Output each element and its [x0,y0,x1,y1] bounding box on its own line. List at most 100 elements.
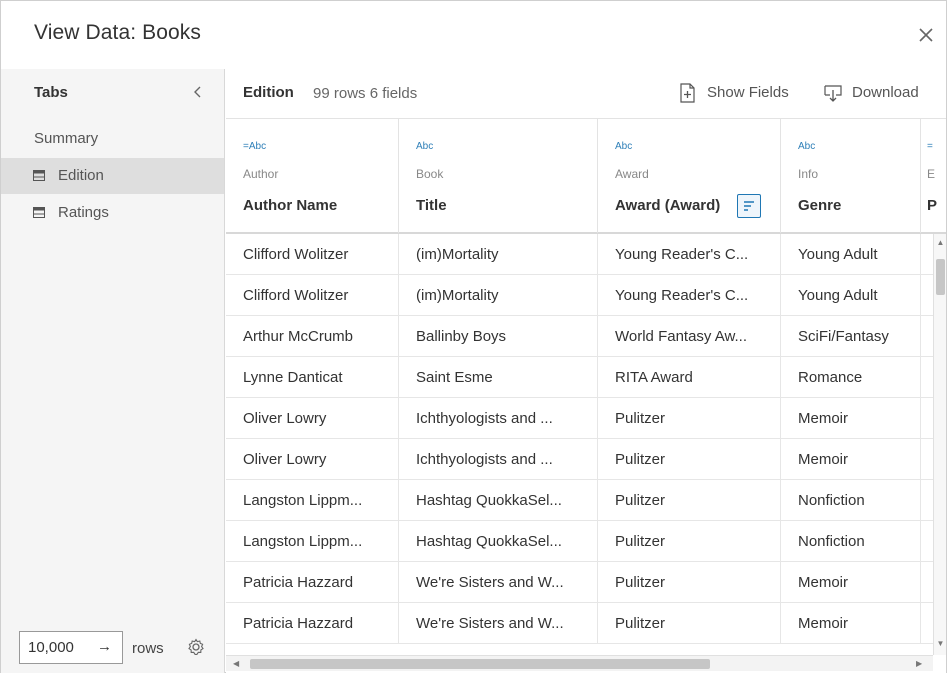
award-cell[interactable]: World Fantasy Aw... [598,316,781,356]
partial-cell[interactable] [921,480,933,520]
table-row[interactable]: Clifford Wolitzer (im)Mortality Young Read… [226,234,933,275]
title-cell[interactable]: Ichthyologists and ... [399,439,598,479]
column-header-partial[interactable]: = E P [921,119,946,233]
horizontal-scrollbar[interactable]: ◀ ▶ [226,655,933,671]
genre-cell[interactable]: Romance [781,357,921,397]
partial-cell[interactable] [921,234,933,274]
table-row[interactable]: Langston Lippm... Hashtag QuokkaSel... Pul… [226,480,933,521]
scroll-down-icon[interactable]: ▼ [936,639,945,649]
add-field-icon [680,83,695,103]
award-cell[interactable]: Pulitzer [598,439,781,479]
apply-arrow-icon[interactable]: → [97,638,112,655]
genre-cell[interactable]: Memoir [781,398,921,438]
partial-cell[interactable] [921,398,933,438]
collapse-sidebar-button[interactable] [189,83,207,101]
horizontal-scroll-thumb[interactable] [250,659,710,669]
title-cell[interactable]: Ballinby Boys [399,316,598,356]
author-name-cell[interactable]: Langston Lippm... [226,480,399,520]
author-name-cell[interactable]: Clifford Wolitzer [226,275,399,315]
scroll-up-icon[interactable]: ▲ [936,238,945,248]
sidebar-item-edition[interactable]: Edition [1,158,224,194]
genre-cell[interactable]: SciFi/Fantasy [781,316,921,356]
author-name-cell[interactable]: Oliver Lowry [226,398,399,438]
award-cell[interactable]: Pulitzer [598,398,781,438]
vertical-scrollbar[interactable]: ▲ ▼ [933,234,946,655]
table-row[interactable]: Clifford Wolitzer (im)Mortality Young Read… [226,275,933,316]
show-fields-button[interactable]: Show Fields [677,81,805,105]
title-cell[interactable]: (im)Mortality [399,275,598,315]
genre-cell[interactable]: Nonfiction [781,480,921,520]
column-header-award[interactable]: Abc Award Award (Award) [598,119,781,233]
genre-cell[interactable]: Young Adult [781,234,921,274]
genre-cell[interactable]: Young Adult [781,275,921,315]
sidebar-item-ratings[interactable]: Ratings [1,195,224,231]
scroll-right-icon[interactable]: ▶ [916,659,922,668]
author-name-cell[interactable]: Oliver Lowry [226,439,399,479]
table-row[interactable]: Lynne Danticat Saint Esme RITA Award Romanc… [226,357,933,398]
column-name: P [927,197,938,214]
download-button[interactable]: Download [822,81,946,105]
title-cell[interactable]: We're Sisters and W... [399,562,598,602]
table-icon [33,170,45,181]
cell-text: World Fantasy Aw... [615,328,748,345]
partial-cell[interactable] [921,439,933,479]
author-name-cell[interactable]: Clifford Wolitzer [226,234,399,274]
author-name-cell[interactable]: Langston Lippm... [226,521,399,561]
title-cell[interactable]: (im)Mortality [399,234,598,274]
column-header-genre[interactable]: Abc Info Genre [781,119,921,233]
author-name-cell[interactable]: Patricia Hazzard [226,562,399,602]
genre-cell[interactable]: Nonfiction [781,521,921,561]
cell-text: Arthur McCrumb [243,328,354,345]
column-source: E [927,167,936,181]
author-name-cell[interactable]: Lynne Danticat [226,357,399,397]
title-cell[interactable]: Saint Esme [399,357,598,397]
genre-cell[interactable]: Memoir [781,439,921,479]
column-header-title[interactable]: Abc Book Title [399,119,598,233]
partial-cell[interactable] [921,316,933,356]
cell-text: Young Reader's C... [615,287,749,304]
table-icon [33,207,45,218]
column-header-author-name[interactable]: =Abc Author Author Name [226,119,399,233]
award-cell[interactable]: Pulitzer [598,480,781,520]
award-cell[interactable]: Young Reader's C... [598,234,781,274]
close-button[interactable] [912,21,940,49]
award-cell[interactable]: Pulitzer [598,521,781,561]
award-cell[interactable]: Young Reader's C... [598,275,781,315]
table-row[interactable]: Patricia Hazzard We're Sisters and W... Pu… [226,603,933,644]
dialog-title: View Data: Books [34,21,201,44]
genre-cell[interactable]: Memoir [781,562,921,602]
scroll-left-icon[interactable]: ◀ [233,659,239,668]
sidebar-item-summary[interactable]: Summary [1,121,224,157]
partial-cell[interactable] [921,521,933,561]
row-limit-input[interactable]: 10,000 → [19,631,123,664]
sort-button[interactable] [737,194,761,218]
table-row[interactable]: Langston Lippm... Hashtag QuokkaSel... Pul… [226,521,933,562]
award-cell[interactable]: Pulitzer [598,603,781,643]
author-name-cell[interactable]: Arthur McCrumb [226,316,399,356]
table-row[interactable]: Oliver Lowry Ichthyologists and ... Pulitz… [226,398,933,439]
award-cell[interactable]: Pulitzer [598,562,781,602]
cell-text: Memoir [798,574,849,591]
author-name-cell[interactable]: Patricia Hazzard [226,603,399,643]
vertical-scroll-thumb[interactable] [936,259,945,295]
partial-cell[interactable] [921,603,933,643]
partial-cell[interactable] [921,275,933,315]
table-row[interactable]: Patricia Hazzard We're Sisters and W... Pu… [226,562,933,603]
cell-text: Pulitzer [615,574,666,591]
sidebar-item-label: Ratings [58,204,109,221]
title-cell[interactable]: Hashtag QuokkaSel... [399,480,598,520]
partial-cell[interactable] [921,357,933,397]
table-row[interactable]: Arthur McCrumb Ballinby Boys World Fantasy… [226,316,933,357]
partial-cell[interactable] [921,562,933,602]
cell-text: Young Adult [798,287,878,304]
title-cell[interactable]: Ichthyologists and ... [399,398,598,438]
genre-cell[interactable]: Memoir [781,603,921,643]
cell-text: Oliver Lowry [243,410,327,427]
table-row[interactable]: Oliver Lowry Ichthyologists and ... Pulitz… [226,439,933,480]
title-cell[interactable]: We're Sisters and W... [399,603,598,643]
title-cell[interactable]: Hashtag QuokkaSel... [399,521,598,561]
chevron-left-icon [194,86,201,98]
cell-text: Pulitzer [615,533,666,550]
award-cell[interactable]: RITA Award [598,357,781,397]
settings-button[interactable] [186,637,206,657]
